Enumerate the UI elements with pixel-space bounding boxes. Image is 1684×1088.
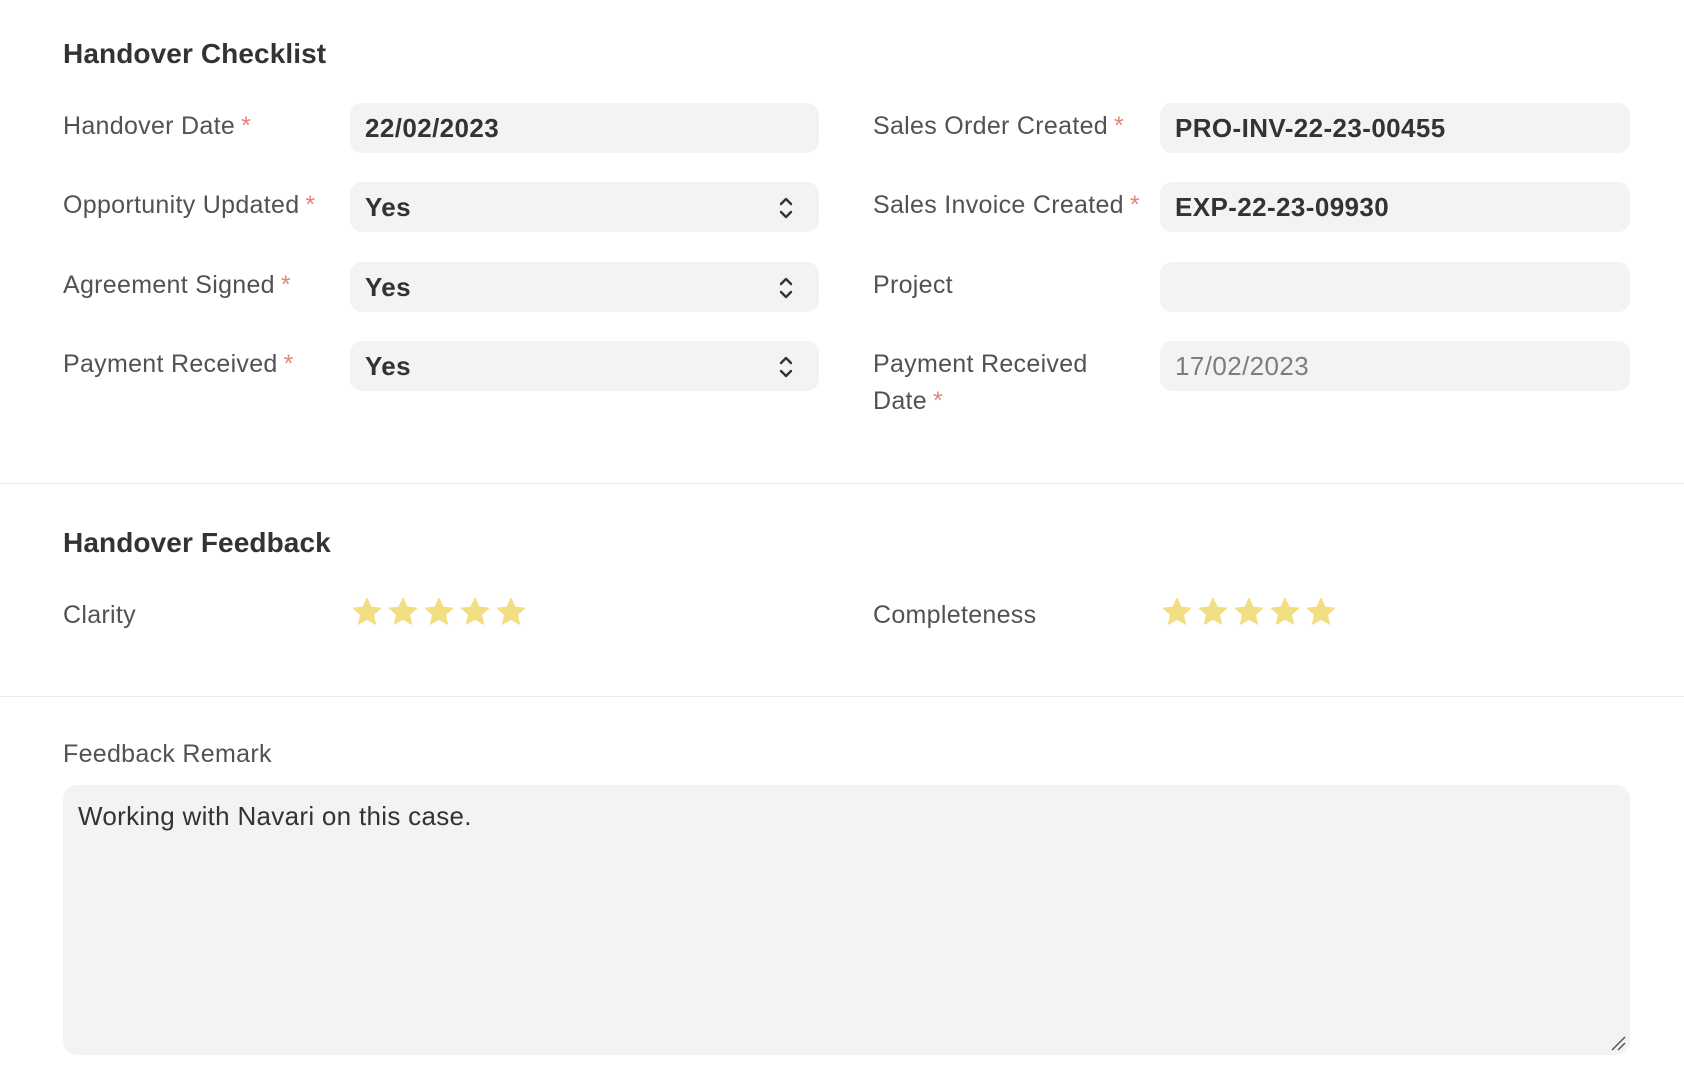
label-text: Clarity — [63, 601, 136, 629]
sales-order-created-input[interactable]: PRO-INV-22-23-00455 — [1160, 103, 1630, 153]
required-marker: * — [1129, 191, 1140, 219]
label-feedback-remark: Feedback Remark — [63, 736, 272, 773]
required-marker: * — [933, 387, 944, 415]
agreement-signed-value: Yes — [365, 271, 412, 302]
label-text: Opportunity Updated — [63, 191, 300, 219]
select-arrows-icon — [779, 356, 793, 378]
label-sales-invoice-created: Sales Invoice Created * — [873, 187, 1140, 224]
label-opportunity-updated: Opportunity Updated * — [63, 187, 315, 224]
star-icon[interactable] — [1270, 597, 1300, 627]
select-arrows-icon — [779, 197, 793, 219]
label-text-line1: Payment Received — [873, 350, 1088, 378]
label-completeness: Completeness — [873, 597, 1036, 634]
sales-invoice-created-input[interactable]: EXP-22-23-09930 — [1160, 182, 1630, 232]
star-icon[interactable] — [388, 597, 418, 627]
required-marker: * — [283, 350, 294, 378]
star-icon[interactable] — [1234, 597, 1264, 627]
sales-order-created-value: PRO-INV-22-23-00455 — [1175, 112, 1446, 143]
label-text: Agreement Signed — [63, 271, 275, 299]
resize-handle-icon[interactable] — [1610, 1035, 1626, 1051]
payment-received-value: Yes — [365, 350, 412, 381]
feedback-remark-value: Working with Navari on this case. — [78, 801, 472, 831]
label-payment-received-date: Payment Received Date * — [873, 346, 1088, 420]
section-title-handover-feedback: Handover Feedback — [63, 527, 331, 558]
label-text: Handover Date — [63, 112, 236, 140]
agreement-signed-select[interactable]: Yes — [350, 262, 819, 312]
label-sales-order-created: Sales Order Created * — [873, 108, 1124, 145]
label-text: Feedback Remark — [63, 740, 272, 768]
star-icon[interactable] — [1306, 597, 1336, 627]
handover-date-input[interactable]: 22/02/2023 — [350, 103, 819, 153]
handover-date-value: 22/02/2023 — [365, 112, 500, 143]
required-marker: * — [1113, 112, 1125, 140]
star-icon[interactable] — [460, 597, 490, 627]
label-agreement-signed: Agreement Signed * — [63, 267, 291, 304]
star-icon[interactable] — [352, 597, 382, 627]
opportunity-updated-select[interactable]: Yes — [350, 182, 819, 232]
label-text: Completeness — [873, 601, 1037, 629]
payment-received-select[interactable]: Yes — [350, 341, 819, 391]
section-divider — [0, 483, 1684, 484]
label-clarity: Clarity — [63, 597, 136, 634]
label-text-line2: Date — [873, 387, 928, 415]
star-icon[interactable] — [424, 597, 454, 627]
label-project: Project — [873, 267, 953, 304]
required-marker: * — [280, 271, 291, 299]
star-icon[interactable] — [1198, 597, 1228, 627]
label-text: Payment Received — [63, 350, 278, 378]
star-icon[interactable] — [496, 597, 526, 627]
required-marker: * — [241, 112, 252, 140]
project-input[interactable] — [1160, 262, 1630, 312]
opportunity-updated-value: Yes — [365, 191, 412, 222]
payment-received-date-input[interactable]: 17/02/2023 — [1160, 341, 1630, 391]
label-text: Project — [873, 271, 953, 299]
star-icon[interactable] — [1162, 597, 1192, 627]
label-text: Sales Invoice Created — [873, 191, 1124, 219]
payment-received-date-value: 17/02/2023 — [1175, 350, 1310, 381]
feedback-remark-textarea[interactable]: Working with Navari on this case. — [63, 785, 1630, 1055]
select-arrows-icon — [779, 277, 793, 299]
completeness-rating[interactable] — [1162, 597, 1336, 627]
section-divider — [0, 696, 1684, 697]
section-title-handover-checklist: Handover Checklist — [63, 38, 327, 69]
label-handover-date: Handover Date * — [63, 108, 251, 145]
required-marker: * — [305, 191, 316, 219]
sales-invoice-created-value: EXP-22-23-09930 — [1175, 191, 1390, 222]
label-text: Sales Order Created — [873, 112, 1108, 140]
clarity-rating[interactable] — [352, 597, 526, 627]
label-payment-received: Payment Received * — [63, 346, 294, 383]
